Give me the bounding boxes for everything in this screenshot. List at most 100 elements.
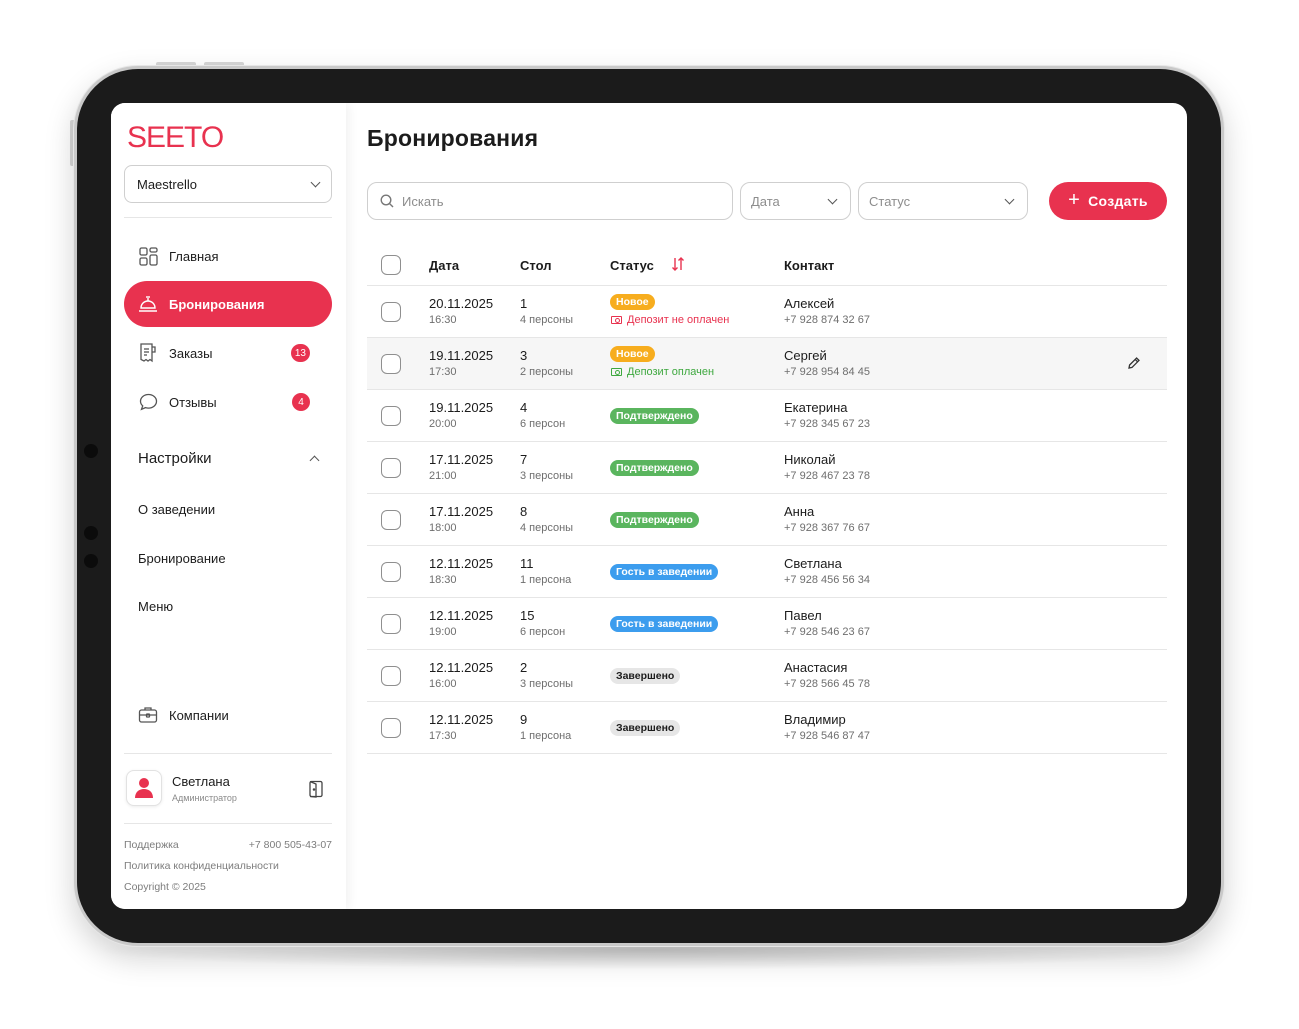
contact-phone: +7 928 456 56 34	[784, 574, 870, 586]
status-filter-dropdown[interactable]: Статус	[858, 182, 1028, 220]
deposit-status-label: Депозит не оплачен	[627, 314, 730, 326]
table-row[interactable]: 17.11.2025 21:00 7 3 персоны Подтверждено Ник…	[367, 442, 1167, 494]
column-header-contact[interactable]: Контакт	[784, 258, 834, 273]
row-checkbox[interactable]	[381, 562, 401, 582]
copyright-text: Copyright © 2025	[124, 881, 206, 893]
settings-item-menu[interactable]: Меню	[138, 599, 173, 614]
settings-item-booking[interactable]: Бронирование	[138, 551, 226, 566]
settings-section-toggle[interactable]: Настройки	[138, 450, 320, 467]
cash-icon	[611, 316, 622, 324]
row-checkbox[interactable]	[381, 354, 401, 374]
briefcase-icon	[138, 705, 158, 725]
contact-name: Павел	[784, 608, 822, 623]
nav-item-bookings[interactable]: Бронирования	[124, 281, 332, 327]
status-badge: Подтверждено	[610, 460, 699, 476]
row-checkbox[interactable]	[381, 406, 401, 426]
status-badge: Новое	[610, 346, 655, 362]
support-link[interactable]: Поддержка	[124, 839, 179, 851]
table-number: 4	[520, 400, 528, 415]
user-name: Светлана	[172, 774, 230, 789]
table-row[interactable]: 12.11.2025 19:00 15 6 персон Гость в заведен…	[367, 598, 1167, 650]
table-number: 3	[520, 348, 528, 363]
row-checkbox[interactable]	[381, 614, 401, 634]
privacy-policy-link[interactable]: Политика конфиденциальности	[124, 860, 279, 872]
status-badge: Подтверждено	[610, 408, 699, 424]
table-row[interactable]: 19.11.2025 17:30 3 2 персоны Новое Депозит оп…	[367, 338, 1167, 390]
booking-date: 20.11.2025	[429, 296, 494, 311]
table-row[interactable]: 19.11.2025 20:00 4 6 персон Подтверждено Екат…	[367, 390, 1167, 442]
service-bell-icon	[138, 294, 158, 314]
contact-name: Анна	[784, 504, 815, 519]
search-input[interactable]	[402, 193, 702, 209]
nav-item-reviews[interactable]: Отзывы 4	[124, 379, 332, 425]
table-number: 9	[520, 712, 528, 727]
contact-phone: +7 928 546 87 47	[784, 730, 870, 742]
chevron-up-icon	[309, 455, 320, 466]
contact-phone: +7 928 874 32 67	[784, 314, 870, 326]
table-number: 7	[520, 452, 528, 467]
support-phone[interactable]: +7 800 505-43-07	[249, 839, 332, 851]
table-row[interactable]: 17.11.2025 18:00 8 4 персоны Подтверждено Анн…	[367, 494, 1167, 546]
table-row[interactable]: 20.11.2025 16:30 1 4 персоны Новое Депозит не…	[367, 286, 1167, 338]
settings-item-venue[interactable]: О заведении	[138, 502, 215, 517]
contact-name: Светлана	[784, 556, 842, 571]
status-badge: Гость в заведении	[610, 616, 719, 632]
nav-item-label: Бронирования	[169, 296, 265, 312]
guest-count: 4 персоны	[520, 522, 574, 534]
table-body: 20.11.2025 16:30 1 4 персоны Новое Депозит не…	[367, 286, 1167, 754]
divider	[124, 823, 332, 824]
plus-icon: +	[1068, 188, 1081, 211]
guest-count: 6 персон	[520, 418, 566, 430]
status-filter-label: Статус	[869, 193, 911, 209]
nav-item-orders[interactable]: Заказы 13	[124, 330, 332, 376]
date-filter-dropdown[interactable]: Дата	[740, 182, 851, 220]
cash-icon	[611, 368, 622, 376]
row-checkbox[interactable]	[381, 666, 401, 686]
table-row[interactable]: 12.11.2025 18:30 11 1 персона Гость в заведе…	[367, 546, 1167, 598]
bookings-table: Дата Стол Статус Контакт 20.11.2025 16:30…	[367, 243, 1167, 754]
guest-count: 1 персона	[520, 730, 572, 742]
contact-phone: +7 928 345 67 23	[784, 418, 870, 430]
column-header-table[interactable]: Стол	[520, 258, 551, 273]
user-avatar-icon	[135, 778, 153, 798]
booking-date: 12.11.2025	[429, 608, 494, 623]
select-all-checkbox[interactable]	[381, 255, 401, 275]
nav-item-label: Главная	[169, 248, 219, 264]
search-icon	[380, 194, 394, 208]
row-checkbox[interactable]	[381, 302, 401, 322]
row-checkbox[interactable]	[381, 718, 401, 738]
nav-item-home[interactable]: Главная	[124, 233, 332, 279]
dashboard-grid-icon	[138, 246, 158, 266]
table-header: Дата Стол Статус Контакт	[367, 243, 1167, 286]
chat-bubble-icon	[138, 392, 158, 412]
contact-name: Анастасия	[784, 660, 848, 675]
divider	[124, 753, 332, 754]
column-header-status[interactable]: Статус	[610, 258, 654, 273]
table-number: 2	[520, 660, 528, 675]
table-row[interactable]: 12.11.2025 16:00 2 3 персоны Завершено Анаста…	[367, 650, 1167, 702]
row-checkbox[interactable]	[381, 510, 401, 530]
logout-door-icon[interactable]	[308, 780, 324, 803]
booking-time: 17:30	[429, 730, 457, 742]
contact-phone: +7 928 954 84 45	[784, 366, 870, 378]
booking-time: 16:30	[429, 314, 457, 326]
booking-time: 18:30	[429, 574, 457, 586]
date-filter-label: Дата	[751, 193, 780, 209]
sort-arrows-icon[interactable]	[671, 256, 685, 275]
status-badge: Подтверждено	[610, 512, 699, 528]
booking-date: 12.11.2025	[429, 712, 494, 727]
column-header-date[interactable]: Дата	[429, 258, 459, 273]
table-row[interactable]: 12.11.2025 17:30 9 1 персона Завершено Владим…	[367, 702, 1167, 754]
row-checkbox[interactable]	[381, 458, 401, 478]
contact-name: Николай	[784, 452, 836, 467]
contact-phone: +7 928 467 23 78	[784, 470, 870, 482]
edit-pencil-icon[interactable]	[1127, 356, 1141, 375]
avatar	[126, 770, 162, 806]
brand-logo[interactable]: SEETO	[127, 121, 224, 155]
create-booking-button[interactable]: + Создать	[1049, 182, 1167, 220]
main-content: Бронирования Дата Статус + Создать Дата …	[367, 103, 1167, 909]
user-card[interactable]: Светлана Администратор	[124, 768, 332, 812]
nav-item-companies[interactable]: Компании	[124, 692, 332, 738]
venue-select[interactable]: Maestrello	[124, 165, 332, 203]
search-box[interactable]	[367, 182, 733, 220]
